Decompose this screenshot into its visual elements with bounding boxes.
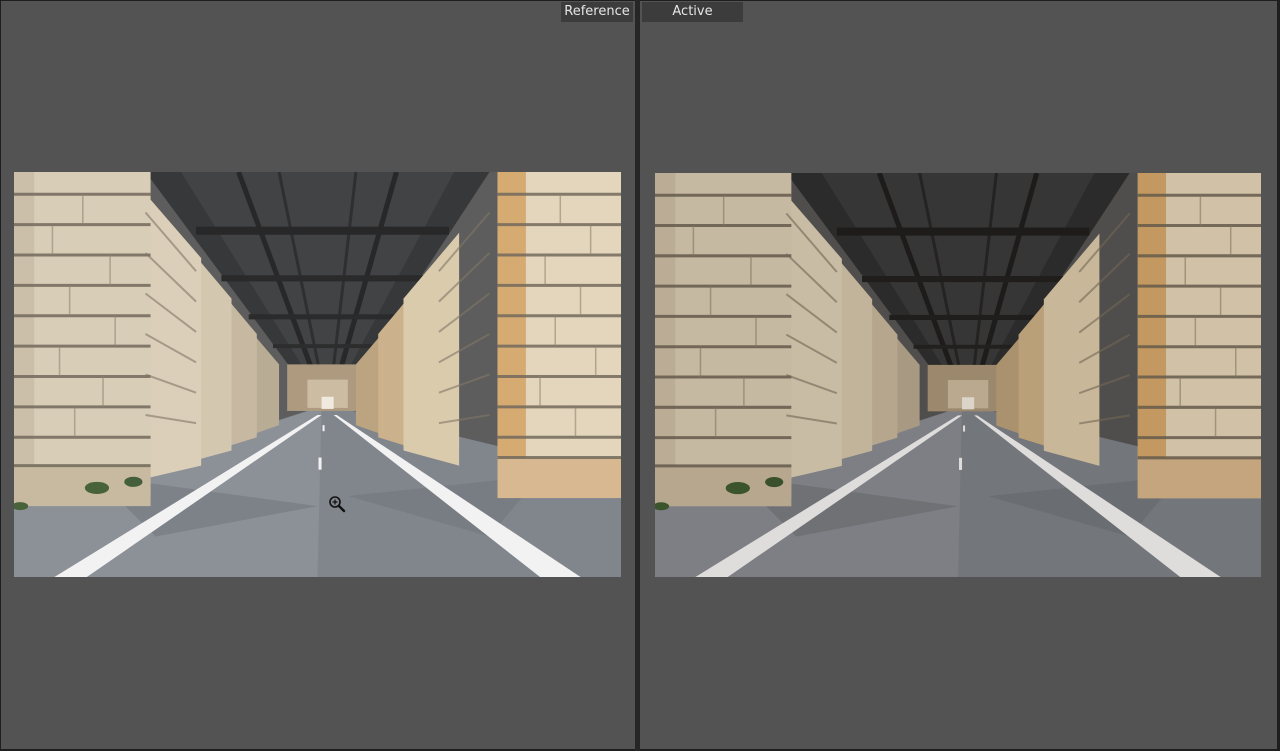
compare-view: Reference Active: [0, 0, 1280, 751]
active-photo-image: [655, 173, 1261, 577]
active-pane[interactable]: Active: [640, 1, 1277, 749]
reference-photo[interactable]: [14, 172, 621, 577]
reference-photo-image: [14, 172, 621, 577]
zoom-in-cursor-icon: [329, 496, 346, 513]
reference-label: Reference: [561, 2, 633, 22]
active-label: Active: [642, 2, 743, 22]
active-photo[interactable]: [655, 173, 1261, 577]
reference-pane[interactable]: Reference: [1, 1, 635, 749]
